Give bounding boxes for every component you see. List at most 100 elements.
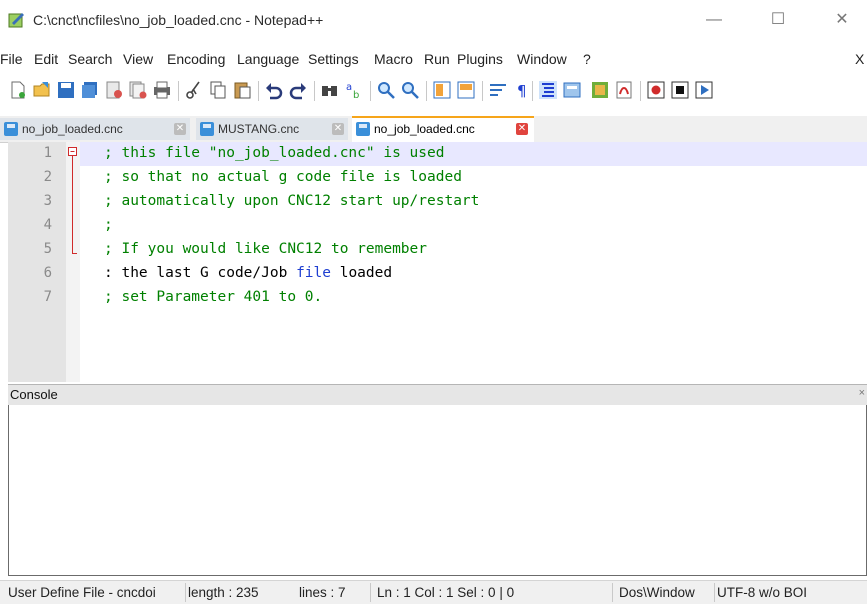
- line-number: 4: [43, 217, 52, 233]
- close-icon[interactable]: [104, 80, 124, 100]
- tab-label: no_job_loaded.cnc: [22, 122, 123, 136]
- status-bar: User Define File - cncdoi length : 235 l…: [0, 580, 867, 604]
- code-token: ; set Parameter 401 to 0.: [104, 289, 323, 305]
- toolbar: ab ¶: [0, 78, 867, 108]
- code-token: ; If you would like CNC12 to remember: [104, 241, 428, 257]
- console-header: Console ×: [8, 384, 867, 406]
- menu-run[interactable]: Run: [424, 51, 450, 67]
- menu-plugins[interactable]: Plugins: [457, 51, 503, 67]
- toolbar-separator: [370, 81, 371, 101]
- console-output[interactable]: [8, 405, 867, 576]
- word-wrap-icon[interactable]: [488, 80, 508, 100]
- code-line[interactable]: ; If you would like CNC12 to remember: [104, 241, 427, 257]
- code-token: ; so that no actual g code file is loade…: [104, 169, 462, 185]
- code-token: : the last G code/Job: [104, 265, 297, 281]
- toolbar-separator: [482, 81, 483, 101]
- record-macro-icon[interactable]: [646, 80, 666, 100]
- line-number: 1: [43, 145, 52, 161]
- menu-macro[interactable]: Macro: [374, 51, 413, 67]
- close-document-button[interactable]: X: [855, 51, 864, 67]
- fold-marker-icon[interactable]: [66, 142, 80, 262]
- tab-no-job-loaded-1[interactable]: no_job_loaded.cnc ✕: [0, 118, 190, 140]
- menu-language[interactable]: Language: [237, 51, 299, 67]
- tab-bar: no_job_loaded.cnc ✕ MUSTANG.cnc ✕ no_job…: [0, 116, 867, 143]
- status-encoding: UTF-8 w/o BOI: [717, 585, 808, 600]
- folder-workspace-icon[interactable]: [614, 80, 634, 100]
- undo-icon[interactable]: [264, 80, 284, 100]
- menu-search[interactable]: Search: [68, 51, 112, 67]
- function-list-icon[interactable]: [590, 80, 610, 100]
- console-title: Console: [10, 387, 58, 402]
- svg-text:b: b: [353, 90, 359, 100]
- document-map-icon[interactable]: [562, 80, 582, 100]
- menu-file[interactable]: File: [0, 51, 23, 67]
- toolbar-separator: [532, 81, 533, 101]
- code-token: ; this file "no_job_loaded.cnc" is used: [104, 145, 445, 161]
- new-file-icon[interactable]: [8, 80, 28, 100]
- saved-file-icon: [4, 122, 18, 136]
- sync-vertical-icon[interactable]: [432, 80, 452, 100]
- play-macro-icon[interactable]: [694, 80, 714, 100]
- menu-help[interactable]: ?: [583, 51, 591, 67]
- tab-mustang[interactable]: MUSTANG.cnc ✕: [196, 118, 348, 140]
- code-token: ;: [104, 217, 113, 233]
- copy-icon[interactable]: [208, 80, 228, 100]
- line-number: 3: [43, 193, 52, 209]
- sync-horizontal-icon[interactable]: [456, 80, 476, 100]
- replace-icon[interactable]: ab: [344, 80, 364, 100]
- zoom-out-icon[interactable]: [400, 80, 420, 100]
- code-line[interactable]: ; set Parameter 401 to 0.: [104, 289, 322, 305]
- console-close-icon[interactable]: ×: [859, 387, 865, 399]
- tab-close-icon[interactable]: ✕: [174, 123, 186, 135]
- minimize-button[interactable]: —: [694, 8, 734, 32]
- save-icon[interactable]: [56, 80, 76, 100]
- print-icon[interactable]: [152, 80, 172, 100]
- paste-icon[interactable]: [232, 80, 252, 100]
- zoom-in-icon[interactable]: [376, 80, 396, 100]
- close-window-button[interactable]: ✕: [822, 8, 862, 32]
- status-length: length : 235: [188, 585, 259, 600]
- menu-encoding[interactable]: Encoding: [167, 51, 225, 67]
- saved-file-icon: [356, 122, 370, 136]
- status-eol: Dos\Window: [619, 585, 695, 600]
- tab-label: MUSTANG.cnc: [218, 122, 300, 136]
- status-language: User Define File - cncdoi: [8, 585, 156, 600]
- stop-macro-icon[interactable]: [670, 80, 690, 100]
- menu-window[interactable]: Window: [517, 51, 567, 67]
- menu-bar: File Edit Search View Encoding Language …: [0, 48, 867, 72]
- code-token: loaded: [330, 265, 393, 281]
- code-editor[interactable]: 1 ; this file "no_job_loaded.cnc" is used…: [8, 142, 867, 382]
- menu-settings[interactable]: Settings: [308, 51, 359, 67]
- status-divider: [612, 583, 613, 602]
- menu-edit[interactable]: Edit: [34, 51, 58, 67]
- save-all-icon[interactable]: [80, 80, 100, 100]
- code-line[interactable]: ; automatically upon CNC12 start up/rest…: [104, 193, 479, 209]
- tab-no-job-loaded-active[interactable]: no_job_loaded.cnc ✕: [352, 116, 534, 142]
- menu-view[interactable]: View: [123, 51, 153, 67]
- title-bar: C:\cnct\ncfiles\no_job_loaded.cnc - Note…: [0, 0, 867, 40]
- cut-icon[interactable]: [184, 80, 204, 100]
- tab-close-icon[interactable]: ✕: [332, 123, 344, 135]
- notepadpp-app-icon: [8, 13, 24, 28]
- line-number: 5: [43, 241, 52, 257]
- show-all-chars-icon[interactable]: ¶: [512, 80, 532, 100]
- status-lines: lines : 7: [299, 585, 346, 600]
- status-divider: [714, 583, 715, 602]
- redo-icon[interactable]: [288, 80, 308, 100]
- code-line[interactable]: : the last G code/Job file loaded: [104, 265, 392, 281]
- maximize-button[interactable]: ☐: [758, 8, 798, 32]
- find-icon[interactable]: [320, 80, 340, 100]
- indent-guide-icon[interactable]: [538, 80, 558, 100]
- code-line[interactable]: ; this file "no_job_loaded.cnc" is used: [104, 145, 444, 161]
- open-file-icon[interactable]: [32, 80, 52, 100]
- close-all-icon[interactable]: [128, 80, 148, 100]
- code-token: ; automatically upon CNC12 start up/rest…: [104, 193, 480, 209]
- code-line[interactable]: ; so that no actual g code file is loade…: [104, 169, 462, 185]
- status-divider: [185, 583, 186, 602]
- tab-close-icon[interactable]: ✕: [516, 123, 528, 135]
- svg-text:¶: ¶: [517, 82, 527, 100]
- tab-label: no_job_loaded.cnc: [374, 122, 475, 136]
- status-divider: [370, 583, 371, 602]
- line-number: 7: [43, 289, 52, 305]
- code-line[interactable]: ;: [104, 217, 113, 233]
